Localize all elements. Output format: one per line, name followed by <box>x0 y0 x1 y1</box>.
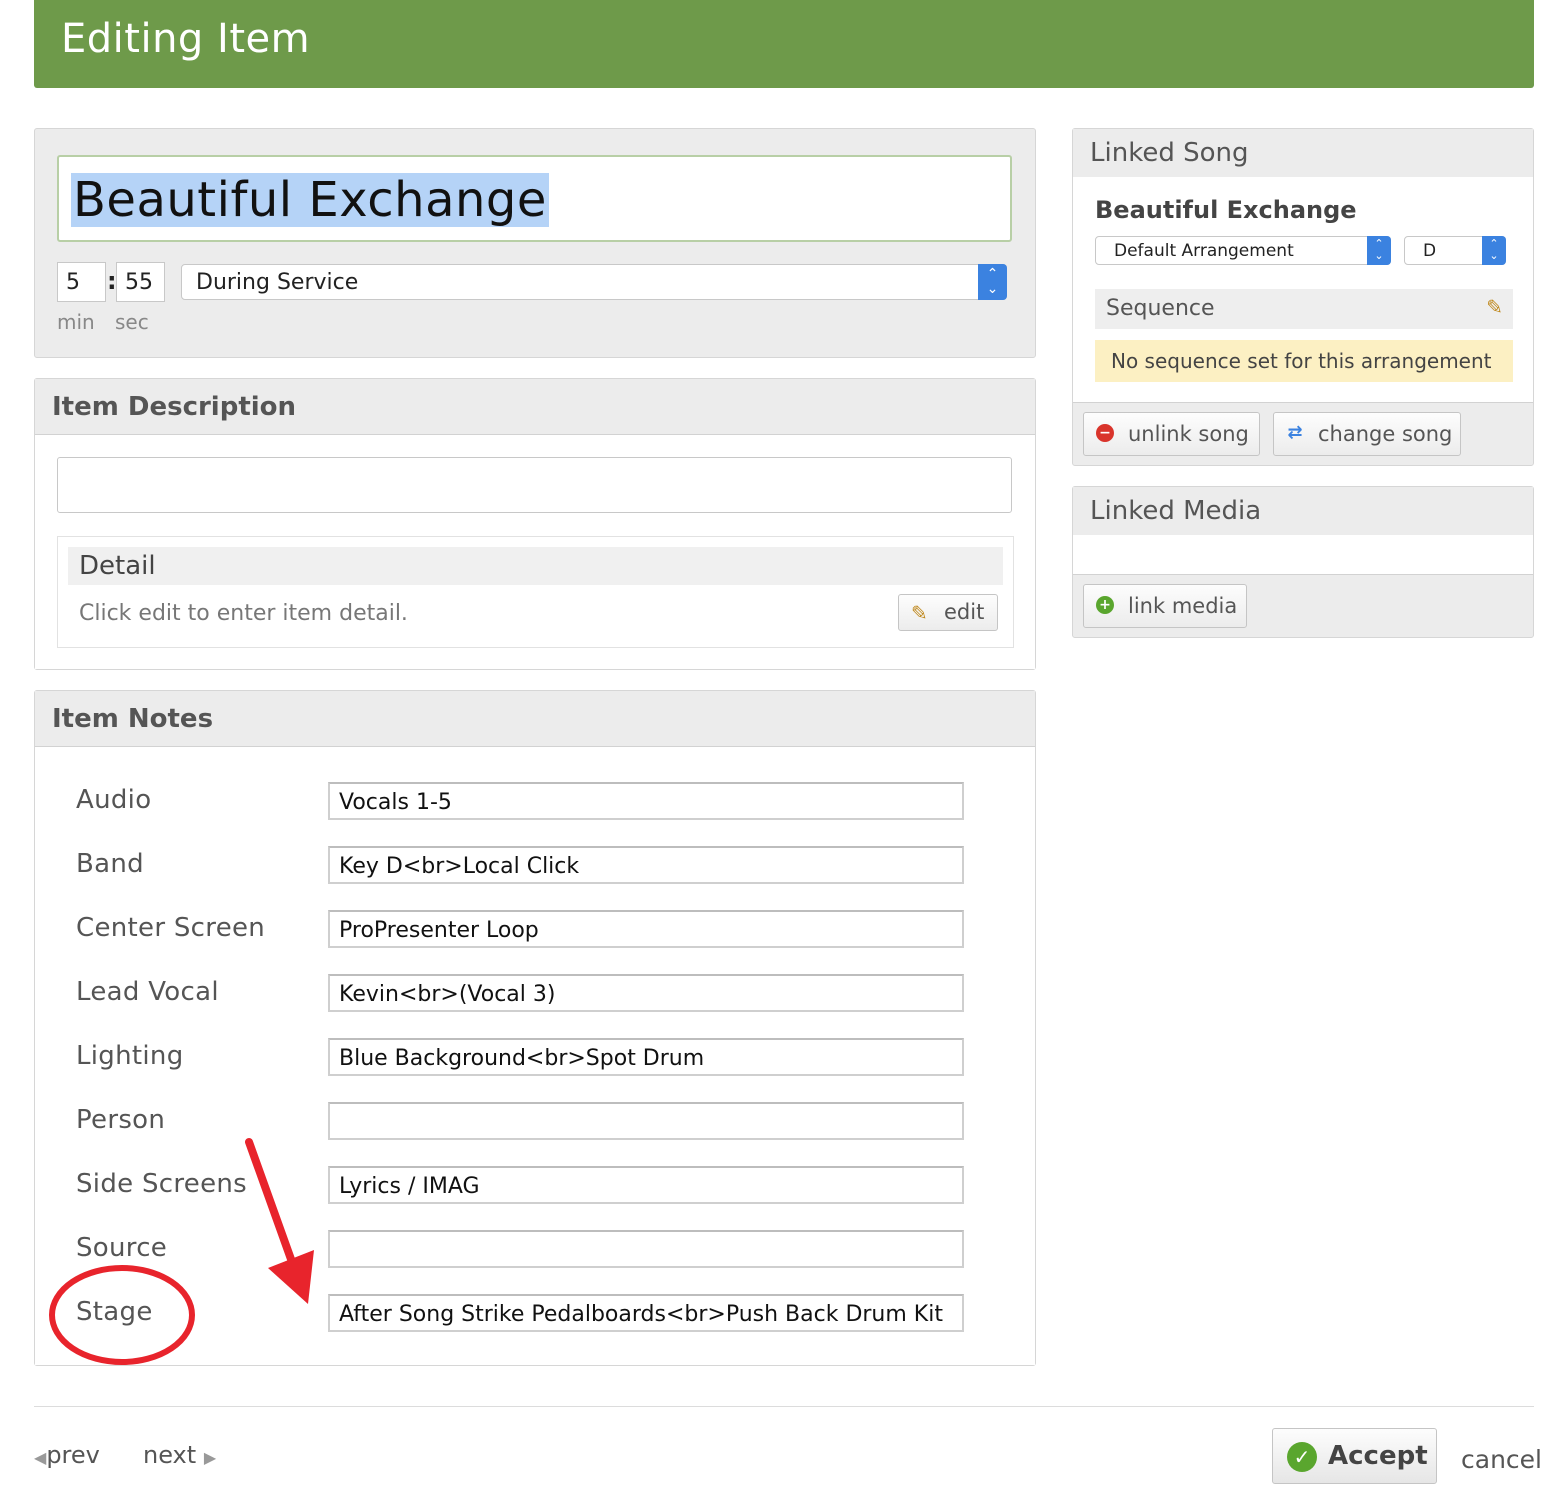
footer-divider <box>34 1406 1534 1407</box>
select-arrows-icon: ⌃ ⌄ <box>978 264 1007 300</box>
length-min-input[interactable]: 5 <box>57 262 106 302</box>
linked-song-name: Beautiful Exchange <box>1095 196 1357 224</box>
item-description-body: Detail Click edit to enter item detail. … <box>35 435 1035 669</box>
detail-box: Detail Click edit to enter item detail. … <box>57 536 1014 648</box>
note-row-center-screen: Center Screen ProPresenter Loop <box>35 910 1035 950</box>
linked-media-panel: Linked Media + link media <box>1072 486 1534 638</box>
triangle-left-icon: ◀ <box>34 1448 47 1467</box>
note-input-lighting[interactable]: Blue Background<br>Spot Drum <box>328 1038 964 1076</box>
key-select[interactable]: D ⌃ ⌄ <box>1404 236 1506 265</box>
sec-label: sec <box>115 310 149 334</box>
note-row-lighting: Lighting Blue Background<br>Spot Drum <box>35 1038 1035 1078</box>
linked-song-panel: Linked Song Beautiful Exchange Default A… <box>1072 128 1534 466</box>
arrangement-select[interactable]: Default Arrangement ⌃ ⌄ <box>1095 236 1391 265</box>
note-row-stage: Stage After Song Strike Pedalboards<br>P… <box>35 1294 1035 1334</box>
note-label: Center Screen <box>76 913 266 943</box>
item-title-input[interactable]: Beautiful Exchange <box>57 155 1012 242</box>
accept-button[interactable]: ✓ Accept <box>1272 1428 1437 1484</box>
sequence-notice: No sequence set for this arrangement <box>1095 340 1513 382</box>
note-row-audio: Audio Vocals 1-5 <box>35 782 1035 822</box>
page-title: Editing Item <box>61 16 311 62</box>
note-row-source: Source <box>35 1230 1035 1270</box>
note-row-lead-vocal: Lead Vocal Kevin<br>(Vocal 3) <box>35 974 1035 1014</box>
prev-label: prev <box>46 1441 100 1469</box>
linked-media-heading: Linked Media <box>1090 496 1262 526</box>
linked-media-body <box>1073 535 1533 575</box>
note-input-center-screen[interactable]: ProPresenter Loop <box>328 910 964 948</box>
item-title-panel: Beautiful Exchange 5 : 55 min sec During… <box>34 128 1036 358</box>
item-notes-body: Audio Vocals 1-5 Band Key D<br>Local Cli… <box>35 747 1035 1365</box>
pencil-icon[interactable]: ✎ <box>1486 295 1503 319</box>
min-label: min <box>57 310 95 334</box>
unlink-song-label: unlink song <box>1128 422 1249 446</box>
add-icon: + <box>1096 596 1114 614</box>
note-input-side-screens[interactable]: Lyrics / IMAG <box>328 1166 964 1204</box>
note-label: Band <box>76 849 144 879</box>
detail-header: Detail <box>68 547 1003 585</box>
note-label: Lead Vocal <box>76 977 219 1007</box>
swap-icon: ⇄ <box>1287 422 1303 443</box>
change-song-button[interactable]: ⇄ change song <box>1273 412 1461 456</box>
triangle-right-icon: ▶ <box>203 1448 217 1467</box>
remove-icon: − <box>1096 424 1114 442</box>
note-label: Stage <box>76 1297 153 1327</box>
linked-song-header: Linked Song <box>1073 129 1533 177</box>
accept-label: Accept <box>1328 1441 1428 1471</box>
item-notes-panel: Item Notes Audio Vocals 1-5 Band Key D<b… <box>34 690 1036 1366</box>
linked-media-header: Linked Media <box>1073 487 1533 535</box>
prev-link[interactable]: ◀prev <box>34 1441 100 1469</box>
detail-text: Click edit to enter item detail. <box>79 601 408 626</box>
service-timing-select[interactable]: During Service ⌃ ⌄ <box>181 264 1007 300</box>
linked-song-body: Beautiful Exchange Default Arrangement ⌃… <box>1073 177 1533 403</box>
select-arrows-icon: ⌃ ⌄ <box>1367 236 1391 265</box>
note-input-person[interactable] <box>328 1102 964 1140</box>
item-notes-heading: Item Notes <box>52 704 214 734</box>
checkmark-icon: ✓ <box>1287 1442 1317 1472</box>
description-textarea[interactable] <box>57 457 1012 513</box>
note-label: Audio <box>76 785 152 815</box>
item-title-text: Beautiful Exchange <box>71 172 549 228</box>
note-label: Side Screens <box>76 1169 248 1199</box>
note-input-audio[interactable]: Vocals 1-5 <box>328 782 964 820</box>
note-input-lead-vocal[interactable]: Kevin<br>(Vocal 3) <box>328 974 964 1012</box>
next-label: next <box>143 1441 197 1469</box>
sequence-label: Sequence <box>1106 296 1215 321</box>
note-label: Source <box>76 1233 168 1263</box>
link-media-label: link media <box>1128 594 1238 618</box>
edit-detail-button[interactable]: ✎ edit <box>898 594 998 631</box>
arrangement-value: Default Arrangement <box>1114 241 1294 261</box>
note-label: Person <box>76 1105 166 1135</box>
length-sec-input[interactable]: 55 <box>116 262 165 302</box>
note-row-band: Band Key D<br>Local Click <box>35 846 1035 886</box>
change-song-label: change song <box>1318 422 1453 446</box>
note-row-person: Person <box>35 1102 1035 1142</box>
page-header: Editing Item <box>34 0 1534 88</box>
select-arrows-icon: ⌃ ⌄ <box>1482 236 1506 265</box>
note-input-source[interactable] <box>328 1230 964 1268</box>
key-value: D <box>1423 241 1437 261</box>
cancel-link[interactable]: cancel <box>1461 1445 1542 1474</box>
item-description-heading: Item Description <box>52 392 297 422</box>
linked-song-heading: Linked Song <box>1090 138 1249 168</box>
service-timing-value: During Service <box>196 270 359 295</box>
sequence-bar: Sequence ✎ <box>1095 289 1513 329</box>
edit-label: edit <box>944 600 985 624</box>
note-input-band[interactable]: Key D<br>Local Click <box>328 846 964 884</box>
note-input-stage[interactable]: After Song Strike Pedalboards<br>Push Ba… <box>328 1294 964 1332</box>
item-notes-header: Item Notes <box>35 691 1035 747</box>
note-label: Lighting <box>76 1041 184 1071</box>
item-description-header: Item Description <box>35 379 1035 435</box>
pencil-icon: ✎ <box>911 601 928 625</box>
link-media-button[interactable]: + link media <box>1083 584 1247 628</box>
note-row-side-screens: Side Screens Lyrics / IMAG <box>35 1166 1035 1206</box>
detail-heading: Detail <box>79 551 156 581</box>
sequence-notice-text: No sequence set for this arrangement <box>1111 349 1492 373</box>
item-description-panel: Item Description Detail Click edit to en… <box>34 378 1036 670</box>
next-link[interactable]: next ▶ <box>143 1441 216 1469</box>
unlink-song-button[interactable]: − unlink song <box>1083 412 1260 456</box>
